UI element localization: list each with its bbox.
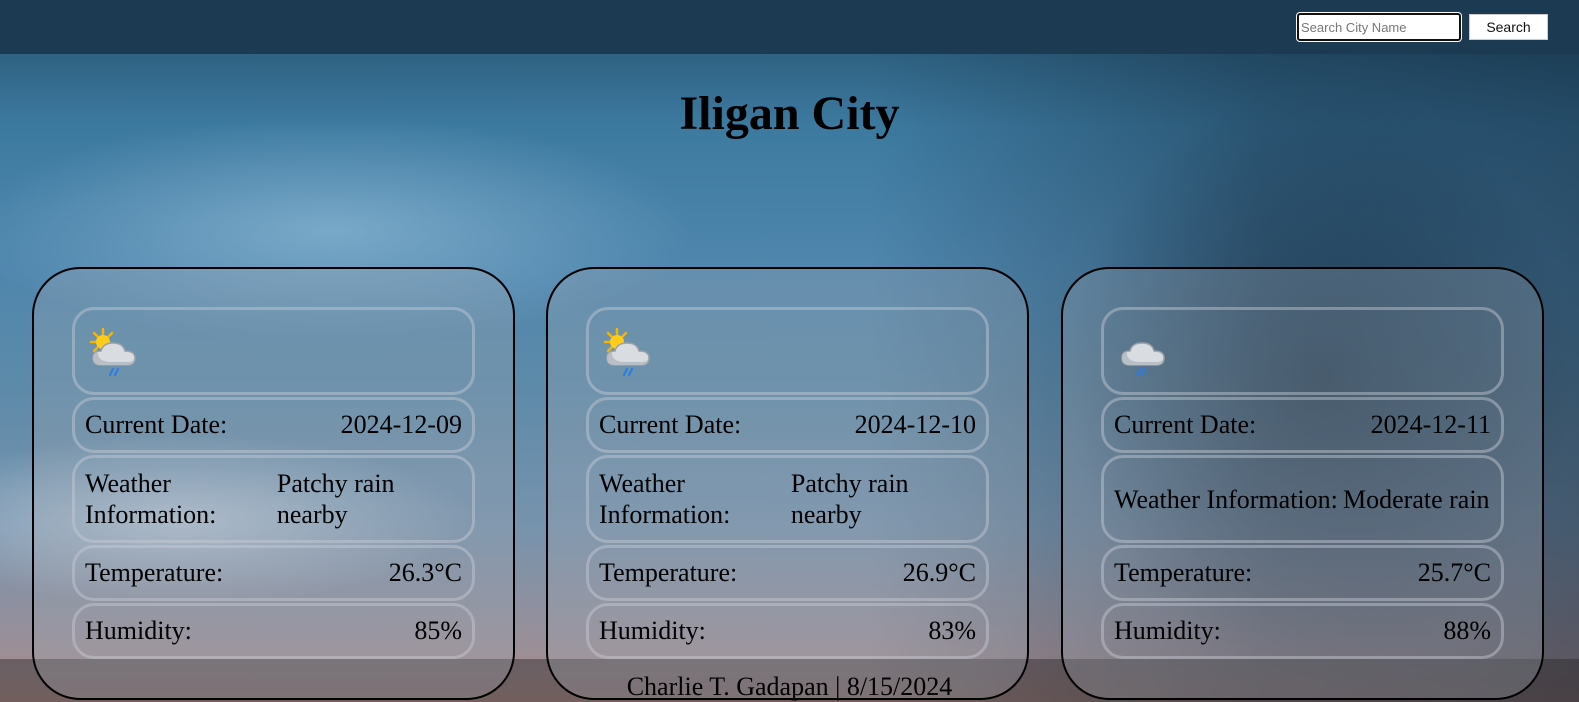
forecast-card: Current Date: 2024-12-10 Weather Informa… [546, 267, 1029, 700]
weather-icon-tile [586, 307, 989, 395]
weather-value: Patchy rain nearby [790, 469, 909, 529]
top-bar: Search [0, 0, 1579, 54]
weather-icon-tile [1101, 307, 1504, 395]
temperature-row: Temperature: 25.7°C [1101, 545, 1504, 601]
humidity-value: 85% [414, 616, 462, 645]
weather-value: Moderate rain [1343, 484, 1490, 514]
weather-label: Weather Information: [599, 469, 731, 529]
humidity-value: 88% [1443, 616, 1491, 645]
weather-row: Weather Information: Moderate rain [1101, 455, 1504, 543]
humidity-label: Humidity: [85, 616, 192, 645]
cloud-rain-icon [1121, 342, 1165, 377]
humidity-label: Humidity: [599, 616, 706, 645]
temperature-label: Temperature: [599, 558, 738, 587]
humidity-value: 83% [928, 616, 976, 645]
date-value: 2024-12-11 [1370, 410, 1491, 439]
date-value: 2024-12-09 [340, 410, 462, 439]
date-row: Current Date: 2024-12-10 [586, 397, 989, 453]
date-label: Current Date: [599, 410, 742, 439]
weather-icon-tile [72, 307, 475, 395]
humidity-row: Humidity: 85% [72, 603, 475, 659]
temperature-label: Temperature: [1114, 558, 1253, 587]
date-row: Current Date: 2024-12-11 [1101, 397, 1504, 453]
partly-cloudy-rain-icon [89, 327, 136, 377]
weather-label: Weather Information: [85, 469, 217, 529]
humidity-row: Humidity: 83% [586, 603, 989, 659]
city-title: Iligan City [679, 87, 900, 140]
forecast-card: Current Date: 2024-12-09 Weather Informa… [32, 267, 515, 700]
date-label: Current Date: [85, 410, 228, 439]
partly-cloudy-rain-icon [603, 327, 650, 377]
forecast-card: Current Date: 2024-12-11 Weather Informa… [1061, 267, 1544, 700]
temperature-value: 25.7°C [1417, 558, 1491, 587]
weather-value: Patchy rain nearby [276, 469, 395, 529]
humidity-row: Humidity: 88% [1101, 603, 1504, 659]
temperature-value: 26.9°C [902, 558, 976, 587]
temperature-value: 26.3°C [388, 558, 462, 587]
search-input[interactable] [1296, 12, 1462, 42]
date-value: 2024-12-10 [854, 410, 976, 439]
weather-row: Weather Information: Patchy rain nearby [586, 455, 989, 543]
footer-credit: Charlie T. Gadapan | 8/15/2024 [626, 672, 953, 701]
temperature-row: Temperature: 26.9°C [586, 545, 989, 601]
date-label: Current Date: [1114, 410, 1257, 439]
search-button[interactable]: Search [1469, 14, 1548, 40]
weather-row: Weather Information: Patchy rain nearby [72, 455, 475, 543]
temperature-row: Temperature: 26.3°C [72, 545, 475, 601]
weather-label: Weather Information: [1114, 484, 1338, 514]
temperature-label: Temperature: [85, 558, 224, 587]
date-row: Current Date: 2024-12-09 [72, 397, 475, 453]
humidity-label: Humidity: [1114, 616, 1221, 645]
